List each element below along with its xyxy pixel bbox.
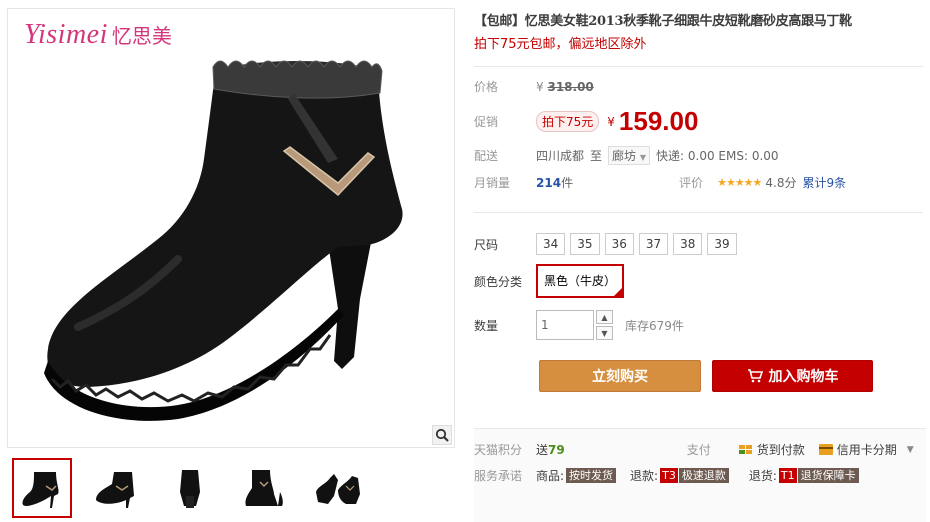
promo-tag: 拍下75元 [536, 111, 600, 132]
pay-label: 支付 [686, 443, 711, 457]
credit-label: 信用卡分期 [836, 443, 897, 457]
product-title: 【包邮】忆思美女鞋2013秋季靴子细跟牛皮短靴磨砂皮高跟马丁靴 [474, 14, 852, 29]
color-option-label: 黑色（牛皮） [544, 274, 617, 288]
size-option[interactable]: 35 [570, 233, 600, 255]
quantity-row: 数量 1 ▲ ▼ 库存679件 [474, 310, 684, 340]
sales-row: 月销量 214 件 评价 ★★★★★ 4.8分 累计9条 [474, 174, 846, 191]
cash-on-delivery-icon [738, 445, 752, 454]
thumbnail-3[interactable] [160, 458, 220, 518]
boot-thumb-icon [22, 472, 59, 508]
color-label: 颜色分类 [474, 274, 523, 289]
add-to-cart-button[interactable]: 加入购物车 [712, 360, 873, 392]
add-to-cart-label: 加入购物车 [768, 369, 839, 385]
points-value: 79 [548, 442, 565, 457]
stock-count: 库存679件 [625, 318, 684, 333]
magnifier-icon [435, 428, 449, 442]
price-label: 价格 [474, 80, 499, 94]
ship-from: 四川成都 [536, 149, 585, 163]
star-rating-icon: ★★★★★ [717, 176, 762, 189]
destination-select[interactable]: 廊坊 ▼ [608, 146, 651, 165]
sales-unit: 件 [561, 176, 574, 190]
monthly-sales-count: 214 [536, 175, 562, 190]
credit-option: 信用卡分期 [818, 441, 897, 458]
cod-option: 货到付款 [738, 441, 805, 458]
cart-icon [747, 369, 763, 383]
ship-to-word: 至 [590, 149, 603, 163]
promo-price-row: 促销 拍下75元 ¥ 159.00 [474, 106, 698, 137]
credit-card-icon [818, 444, 833, 455]
quantity-stepper: ▲ ▼ [596, 310, 613, 340]
promo-label: 促销 [474, 115, 499, 129]
color-option-selected[interactable]: 黑色（牛皮） [536, 264, 625, 298]
points-text: 送 [536, 443, 549, 457]
yen-symbol: ¥ [607, 114, 615, 129]
size-option[interactable]: 37 [638, 233, 669, 255]
boot-thumb-icon [180, 470, 200, 508]
zoom-button[interactable] [432, 425, 452, 445]
selected-check-icon [613, 287, 624, 297]
thumbnail-2[interactable] [86, 458, 146, 518]
thumbnail-strip [12, 458, 368, 518]
divider [474, 66, 923, 67]
main-product-image[interactable]: Yisimei 忆思美 [7, 8, 455, 448]
rating-score: 4.8分 [765, 176, 797, 190]
service-label: 服务承诺 [474, 469, 523, 483]
thumbnail-1[interactable] [12, 458, 72, 518]
return-guarantee-badge[interactable]: 退货保障卡 [797, 468, 859, 483]
size-options: 34 35 36 37 38 39 [536, 233, 742, 255]
size-label: 尺码 [474, 237, 499, 252]
boot-thumb-icon [96, 472, 134, 508]
boot-thumb-icon [245, 470, 283, 506]
original-price: ¥ 318.00 [536, 80, 594, 94]
shipping-label: 配送 [474, 149, 499, 163]
thumbnail-4[interactable] [234, 458, 294, 518]
cod-label: 货到付款 [756, 443, 805, 457]
boot-thumb-icon [316, 474, 360, 504]
service-panel: 天猫积分 送 79 支付 货到付款 信用卡分期 ▼ 服务承诺 商品: 按时发货 … [474, 428, 926, 522]
size-option[interactable]: 36 [604, 233, 634, 255]
size-option[interactable]: 34 [536, 233, 566, 255]
refund-code-badge: T3 [660, 468, 678, 483]
buy-now-button[interactable]: 立刻购买 [539, 360, 701, 392]
chevron-down-icon: ▼ [639, 153, 647, 162]
monthly-sales-label: 月销量 [474, 176, 511, 190]
fast-refund-badge[interactable]: 极速退款 [678, 468, 729, 483]
review-count-link[interactable]: 累计9条 [803, 174, 847, 191]
points-row: 天猫积分 送 79 支付 货到付款 信用卡分期 ▼ [474, 441, 914, 458]
product-subtitle: 拍下75元包邮，偏远地区除外 [474, 37, 647, 52]
return-code-badge: T1 [778, 468, 797, 483]
on-time-delivery-badge[interactable]: 按时发货 [566, 468, 617, 483]
size-row: 尺码 34 35 36 37 38 39 [474, 233, 742, 255]
points-label: 天猫积分 [474, 443, 523, 457]
refund-prefix: 退款: [630, 469, 659, 483]
quantity-input[interactable]: 1 [536, 310, 594, 340]
quantity-increase-button[interactable]: ▲ [596, 310, 613, 324]
service-row: 服务承诺 商品: 按时发货 退款: T3 极速退款 退货: T1 退货保障卡 [474, 467, 859, 484]
divider [474, 212, 923, 213]
original-price-row: 价格 ¥ 318.00 [474, 78, 594, 95]
chevron-down-icon: ▼ [601, 328, 608, 338]
destination-city: 廊坊 [612, 149, 637, 163]
current-price: 159.00 [618, 106, 699, 136]
shipping-fees: 快递: 0.00 EMS: 0.00 [656, 149, 779, 163]
thumbnail-5[interactable] [308, 458, 368, 518]
original-price-value: 318.00 [547, 79, 594, 94]
boot-illustration [44, 60, 403, 421]
quantity-decrease-button[interactable]: ▼ [596, 326, 613, 340]
yen-symbol: ¥ [536, 79, 544, 94]
product-gallery: Yisimei 忆思美 [7, 8, 455, 522]
chevron-up-icon: ▲ [601, 312, 608, 322]
rating-label: 评价 [679, 176, 704, 190]
size-option[interactable]: 39 [707, 233, 737, 255]
quantity-label: 数量 [474, 318, 499, 333]
color-row: 颜色分类 黑色（牛皮） [474, 264, 625, 298]
product-info-panel: 【包邮】忆思美女鞋2013秋季靴子细跟牛皮短靴磨砂皮高跟马丁靴 拍下75元包邮，… [474, 12, 926, 392]
chevron-down-icon[interactable]: ▼ [907, 445, 914, 455]
size-option[interactable]: 38 [673, 233, 703, 255]
goods-prefix: 商品: [536, 469, 565, 483]
shipping-row: 配送 四川成都 至 廊坊 ▼ 快递: 0.00 EMS: 0.00 [474, 146, 779, 165]
return-prefix: 退货: [748, 469, 777, 483]
